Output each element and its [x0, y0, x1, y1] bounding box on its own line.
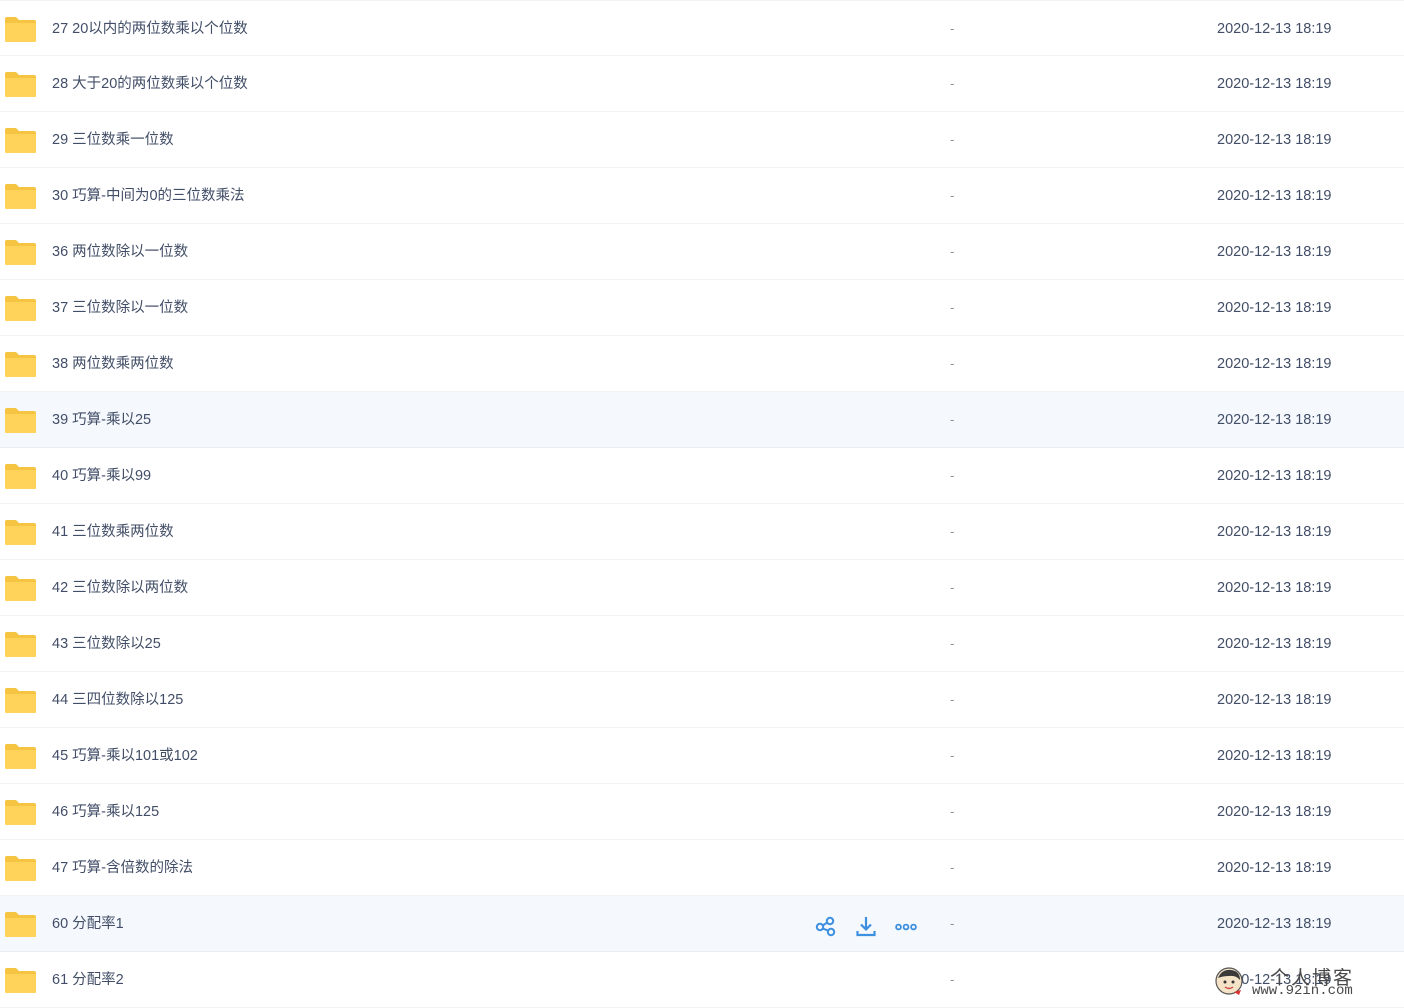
file-row[interactable]: 41 三位数乘两位数 - 2020-12-13 18:19 [0, 504, 1404, 560]
file-size: - [950, 21, 955, 36]
file-row[interactable]: 60 分配率1 - 2020-12-13 18:19 [0, 896, 1404, 952]
file-size: - [950, 916, 955, 931]
file-name[interactable]: 47 巧算-含倍数的除法 [52, 840, 193, 896]
file-name[interactable]: 41 三位数乘两位数 [52, 504, 174, 560]
file-row[interactable]: 45 巧算-乘以101或102 - 2020-12-13 18:19 [0, 728, 1404, 784]
file-row[interactable]: 39 巧算-乘以25 - 2020-12-13 18:19 [0, 392, 1404, 448]
file-name[interactable]: 60 分配率1 [52, 896, 124, 952]
file-date: 2020-12-13 18:19 [1217, 132, 1332, 148]
watermark: 个人博客 www.92in.com [1210, 962, 1400, 1002]
file-row[interactable]: 28 大于20的两位数乘以个位数 - 2020-12-13 18:19 [0, 56, 1404, 112]
file-name[interactable]: 27 20以内的两位数乘以个位数 [52, 1, 248, 57]
folder-icon [4, 687, 37, 714]
file-size: - [950, 748, 955, 763]
file-list: 27 20以内的两位数乘以个位数 - 2020-12-13 18:19 28 大… [0, 0, 1404, 1008]
file-size: - [950, 692, 955, 707]
file-size: - [950, 356, 955, 371]
file-size: - [950, 972, 955, 987]
folder-icon [4, 743, 37, 770]
file-size: - [950, 468, 955, 483]
file-row[interactable]: 27 20以内的两位数乘以个位数 - 2020-12-13 18:19 [0, 0, 1404, 56]
more-icon[interactable] [894, 914, 918, 938]
file-name[interactable]: 43 三位数除以25 [52, 616, 161, 672]
file-name[interactable]: 46 巧算-乘以125 [52, 784, 159, 840]
folder-icon [4, 463, 37, 490]
file-row[interactable]: 61 分配率2 - 2020-12-13 18:19 [0, 952, 1404, 1008]
folder-icon [4, 967, 37, 994]
folder-icon [4, 239, 37, 266]
file-name[interactable]: 44 三四位数除以125 [52, 672, 183, 728]
file-date: 2020-12-13 18:19 [1217, 748, 1332, 764]
share-icon[interactable] [814, 914, 838, 938]
file-date: 2020-12-13 18:19 [1217, 860, 1332, 876]
file-row[interactable]: 38 两位数乘两位数 - 2020-12-13 18:19 [0, 336, 1404, 392]
folder-icon [4, 16, 37, 43]
file-date: 2020-12-13 18:19 [1217, 244, 1332, 260]
file-name[interactable]: 38 两位数乘两位数 [52, 336, 174, 392]
folder-icon [4, 519, 37, 546]
file-date: 2020-12-13 18:19 [1217, 356, 1332, 372]
file-date: 2020-12-13 18:19 [1217, 468, 1332, 484]
folder-icon [4, 127, 37, 154]
file-date: 2020-12-13 18:19 [1217, 804, 1332, 820]
file-date: 2020-12-13 18:19 [1217, 580, 1332, 596]
folder-icon [4, 351, 37, 378]
file-size: - [950, 132, 955, 147]
watermark-url: www.92in.com [1252, 983, 1353, 999]
folder-icon [4, 575, 37, 602]
file-size: - [950, 244, 955, 259]
file-name[interactable]: 37 三位数除以一位数 [52, 280, 188, 336]
file-size: - [950, 412, 955, 427]
file-date: 2020-12-13 18:19 [1217, 412, 1332, 428]
file-size: - [950, 860, 955, 875]
file-size: - [950, 76, 955, 91]
file-row[interactable]: 29 三位数乘一位数 - 2020-12-13 18:19 [0, 112, 1404, 168]
folder-icon [4, 631, 37, 658]
file-name[interactable]: 45 巧算-乘以101或102 [52, 728, 198, 784]
file-row[interactable]: 30 巧算-中间为0的三位数乘法 - 2020-12-13 18:19 [0, 168, 1404, 224]
file-size: - [950, 636, 955, 651]
file-date: 2020-12-13 18:19 [1217, 524, 1332, 540]
file-date: 2020-12-13 18:19 [1217, 188, 1332, 204]
file-date: 2020-12-13 18:19 [1217, 21, 1332, 37]
file-name[interactable]: 28 大于20的两位数乘以个位数 [52, 56, 248, 112]
folder-icon [4, 183, 37, 210]
file-size: - [950, 580, 955, 595]
file-row[interactable]: 42 三位数除以两位数 - 2020-12-13 18:19 [0, 560, 1404, 616]
file-name[interactable]: 39 巧算-乘以25 [52, 392, 151, 448]
file-name[interactable]: 42 三位数除以两位数 [52, 560, 188, 616]
file-name[interactable]: 61 分配率2 [52, 952, 124, 1008]
file-date: 2020-12-13 18:19 [1217, 636, 1332, 652]
file-name[interactable]: 40 巧算-乘以99 [52, 448, 151, 504]
file-row[interactable]: 37 三位数除以一位数 - 2020-12-13 18:19 [0, 280, 1404, 336]
folder-icon [4, 855, 37, 882]
folder-icon [4, 295, 37, 322]
file-name[interactable]: 30 巧算-中间为0的三位数乘法 [52, 168, 245, 224]
file-size: - [950, 188, 955, 203]
file-row[interactable]: 36 两位数除以一位数 - 2020-12-13 18:19 [0, 224, 1404, 280]
file-name[interactable]: 29 三位数乘一位数 [52, 112, 174, 168]
file-row[interactable]: 43 三位数除以25 - 2020-12-13 18:19 [0, 616, 1404, 672]
file-size: - [950, 300, 955, 315]
file-row[interactable]: 47 巧算-含倍数的除法 - 2020-12-13 18:19 [0, 840, 1404, 896]
file-size: - [950, 524, 955, 539]
file-date: 2020-12-13 18:19 [1217, 300, 1332, 316]
folder-icon [4, 407, 37, 434]
folder-icon [4, 799, 37, 826]
folder-icon [4, 71, 37, 98]
file-date: 2020-12-13 18:19 [1217, 76, 1332, 92]
file-size: - [950, 804, 955, 819]
file-date: 2020-12-13 18:19 [1217, 916, 1332, 932]
file-name[interactable]: 36 两位数除以一位数 [52, 224, 188, 280]
file-row[interactable]: 40 巧算-乘以99 - 2020-12-13 18:19 [0, 448, 1404, 504]
folder-icon [4, 911, 37, 938]
file-row[interactable]: 46 巧算-乘以125 - 2020-12-13 18:19 [0, 784, 1404, 840]
download-icon[interactable] [854, 914, 878, 938]
file-row[interactable]: 44 三四位数除以125 - 2020-12-13 18:19 [0, 672, 1404, 728]
file-date: 2020-12-13 18:19 [1217, 692, 1332, 708]
avatar-icon [1214, 966, 1244, 996]
